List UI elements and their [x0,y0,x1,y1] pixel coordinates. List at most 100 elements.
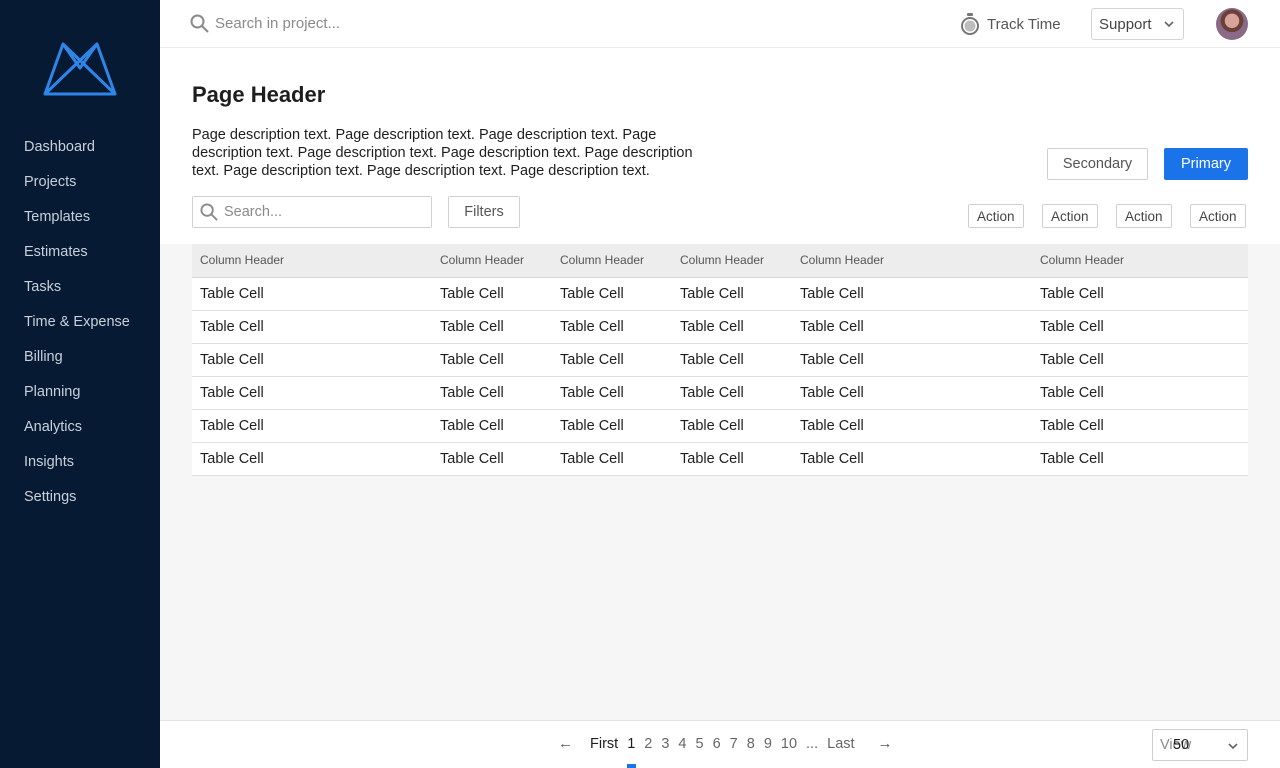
sidebar-item-estimates[interactable]: Estimates [0,235,160,270]
table-row[interactable]: Table Cell Table Cell Table Cell Table C… [192,277,1248,311]
support-label: Support [1099,15,1152,33]
chevron-down-icon [1164,21,1174,28]
table-cell: Table Cell [792,442,1032,476]
column-header[interactable]: Column Header [1032,244,1248,278]
table-cell: Table Cell [672,409,792,443]
table-cell: Table Cell [192,409,432,443]
user-avatar[interactable] [1216,8,1248,40]
data-table-container: Column Header Column Header Column Heade… [192,244,1248,476]
action-button-1[interactable]: Action [968,204,1024,228]
table-cell: Table Cell [792,343,1032,377]
column-header[interactable]: Column Header [552,244,672,278]
table-cell: Table Cell [432,442,552,476]
table-search-input[interactable] [224,204,424,220]
action-button-3[interactable]: Action [1116,204,1172,228]
page-link-2[interactable]: 2 [644,736,652,752]
support-dropdown[interactable]: Support [1091,8,1184,40]
page-link-8[interactable]: 8 [747,736,755,752]
secondary-button[interactable]: Secondary [1047,148,1148,180]
sidebar-item-planning[interactable]: Planning [0,375,160,410]
action-button-4[interactable]: Action [1190,204,1246,228]
action-button-2[interactable]: Action [1042,204,1098,228]
sidebar-item-settings[interactable]: Settings [0,480,160,515]
first-page-link[interactable]: First [590,736,618,752]
table-cell: Table Cell [552,376,672,410]
sidebar-item-dashboard[interactable]: Dashboard [0,130,160,165]
table-cell: Table Cell [552,442,672,476]
prev-page-arrow-icon[interactable]: ← [558,735,573,752]
table-cell: Table Cell [192,310,432,344]
track-time-label: Track Time [987,15,1061,33]
table-row[interactable]: Table Cell Table Cell Table Cell Table C… [192,310,1248,344]
table-cell: Table Cell [1032,409,1248,443]
table-row[interactable]: Table Cell Table Cell Table Cell Table C… [192,376,1248,410]
search-icon [200,203,218,221]
data-table: Column Header Column Header Column Heade… [192,244,1248,476]
page-description: Page description text. Page description … [192,127,693,179]
table-cell: Table Cell [432,343,552,377]
table-search [192,196,432,228]
table-cell: Table Cell [552,409,672,443]
table-cell: Table Cell [792,409,1032,443]
last-page-link[interactable]: Last [827,736,854,752]
sidebar-nav: Dashboard Projects Templates Estimates T… [0,130,160,515]
page-link-6[interactable]: 6 [713,736,721,752]
page-link-3[interactable]: 3 [661,736,669,752]
page-link-4[interactable]: 4 [678,736,686,752]
project-search-input[interactable] [215,15,515,32]
table-cell: Table Cell [552,343,672,377]
table-cell: Table Cell [1032,277,1248,311]
search-icon [190,14,209,33]
column-header[interactable]: Column Header [432,244,552,278]
pagination-footer: ← First 1 2 3 4 5 6 7 8 9 10 ... Last → … [160,720,1280,768]
sidebar-item-analytics[interactable]: Analytics [0,410,160,445]
table-cell: Table Cell [792,376,1032,410]
page-link-5[interactable]: 5 [696,736,704,752]
track-time-button[interactable]: Track Time [960,12,1061,36]
sidebar-item-billing[interactable]: Billing [0,340,160,375]
table-cell: Table Cell [672,376,792,410]
sidebar-item-insights[interactable]: Insights [0,445,160,480]
table-cell: Table Cell [1032,376,1248,410]
stopwatch-icon [961,13,979,35]
table-row[interactable]: Table Cell Table Cell Table Cell Table C… [192,442,1248,476]
table-cell: Table Cell [792,310,1032,344]
table-cell: Table Cell [432,409,552,443]
page-size-select[interactable]: View 50 [1152,729,1248,761]
table-header-row: Column Header Column Header Column Heade… [192,244,1248,278]
page-header-section: Page Header Page description text. Page … [160,48,1280,244]
sidebar-item-templates[interactable]: Templates [0,200,160,235]
sidebar: Dashboard Projects Templates Estimates T… [0,0,160,768]
table-cell: Table Cell [552,310,672,344]
table-cell: Table Cell [192,442,432,476]
table-cell: Table Cell [432,376,552,410]
column-header[interactable]: Column Header [192,244,432,278]
current-page-indicator [627,764,636,768]
pagination: ← First 1 2 3 4 5 6 7 8 9 10 ... Last → [558,735,893,752]
m-logo-icon[interactable] [43,41,117,97]
page-link-7[interactable]: 7 [730,736,738,752]
pagination-ellipsis: ... [806,735,819,752]
column-header[interactable]: Column Header [672,244,792,278]
table-row[interactable]: Table Cell Table Cell Table Cell Table C… [192,343,1248,377]
table-cell: Table Cell [672,442,792,476]
table-cell: Table Cell [1032,343,1248,377]
next-page-arrow-icon[interactable]: → [878,735,893,752]
page-link-9[interactable]: 9 [764,736,772,752]
table-cell: Table Cell [1032,442,1248,476]
sidebar-item-tasks[interactable]: Tasks [0,270,160,305]
filters-button[interactable]: Filters [448,196,520,228]
chevron-down-icon [1228,743,1238,750]
table-cell: Table Cell [672,310,792,344]
primary-button[interactable]: Primary [1164,148,1248,180]
sidebar-item-time-expense[interactable]: Time & Expense [0,305,160,340]
table-cell: Table Cell [192,343,432,377]
table-cell: Table Cell [192,277,432,311]
table-row[interactable]: Table Cell Table Cell Table Cell Table C… [192,409,1248,443]
table-cell: Table Cell [192,376,432,410]
page-link-10[interactable]: 10 [781,736,797,752]
column-header[interactable]: Column Header [792,244,1032,278]
table-cell: Table Cell [432,277,552,311]
page-link-1[interactable]: 1 [627,736,635,752]
sidebar-item-projects[interactable]: Projects [0,165,160,200]
